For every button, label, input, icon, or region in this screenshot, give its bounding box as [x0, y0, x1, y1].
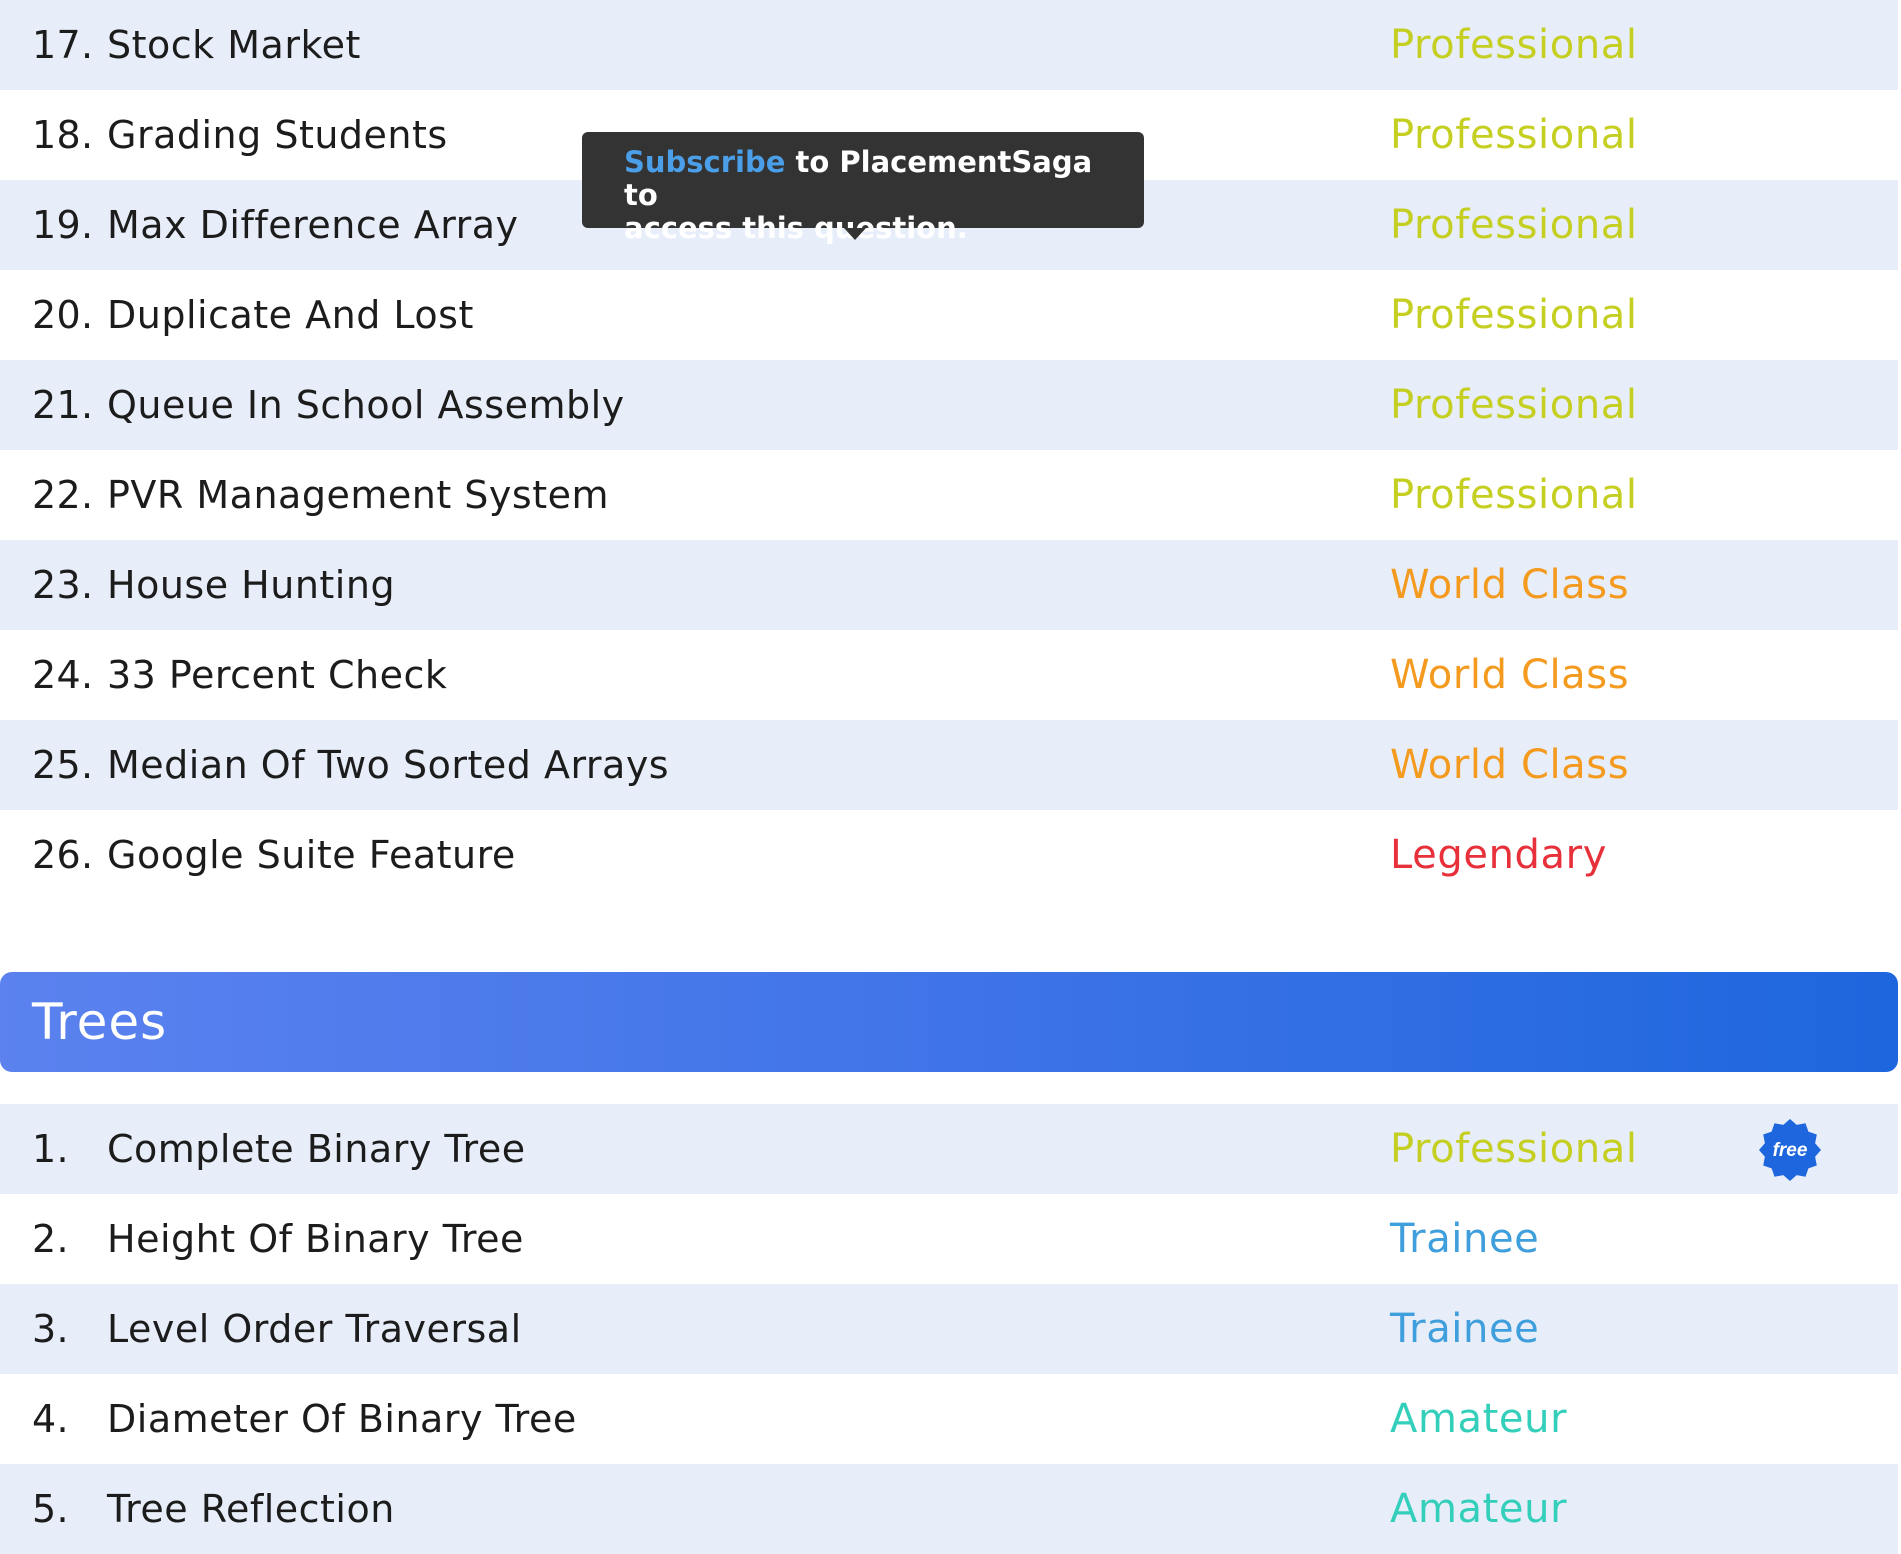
- problem-number: 4.: [32, 1397, 69, 1441]
- problem-title[interactable]: Grading Students: [107, 113, 448, 157]
- problem-number: 25.: [32, 743, 94, 787]
- free-badge-label: free: [1773, 1140, 1808, 1161]
- difficulty-level: Trainee: [1390, 1216, 1540, 1262]
- problem-row[interactable]: 3. Level Order Traversal Trainee: [0, 1284, 1898, 1374]
- problem-number: 23.: [32, 563, 94, 607]
- problem-title[interactable]: Stock Market: [107, 23, 361, 67]
- problem-number: 3.: [32, 1307, 69, 1351]
- problem-row[interactable]: 22. PVR Management System Professional: [0, 450, 1898, 540]
- difficulty-level: World Class: [1390, 652, 1630, 698]
- problem-title[interactable]: House Hunting: [107, 563, 395, 607]
- difficulty-level: Professional: [1390, 112, 1638, 158]
- problem-number: 2.: [32, 1217, 69, 1261]
- tooltip-text-line2: access this question.: [624, 211, 968, 245]
- problem-title[interactable]: Complete Binary Tree: [107, 1127, 526, 1171]
- problem-number: 5.: [32, 1487, 69, 1531]
- problem-number: 1.: [32, 1127, 69, 1171]
- difficulty-level: Amateur: [1390, 1486, 1568, 1532]
- problem-row[interactable]: 4. Diameter Of Binary Tree Amateur: [0, 1374, 1898, 1464]
- section-title: Trees: [32, 993, 168, 1051]
- difficulty-level: Professional: [1390, 1126, 1638, 1172]
- problem-title[interactable]: Median Of Two Sorted Arrays: [107, 743, 669, 787]
- problem-row[interactable]: 26. Google Suite Feature Legendary: [0, 810, 1898, 900]
- problem-number: 21.: [32, 383, 94, 427]
- difficulty-level: Professional: [1390, 22, 1638, 68]
- difficulty-level: Amateur: [1390, 1396, 1568, 1442]
- subscribe-link[interactable]: Subscribe: [624, 145, 785, 179]
- problem-title[interactable]: Duplicate And Lost: [107, 293, 474, 337]
- problem-row[interactable]: 21. Queue In School Assembly Professional: [0, 360, 1898, 450]
- problem-title[interactable]: Google Suite Feature: [107, 833, 516, 877]
- problem-row[interactable]: 5. Tree Reflection Amateur: [0, 1464, 1898, 1554]
- problem-number: 26.: [32, 833, 94, 877]
- section-header-trees[interactable]: Trees: [0, 972, 1898, 1072]
- problem-number: 18.: [32, 113, 94, 157]
- difficulty-level: Professional: [1390, 292, 1638, 338]
- subscribe-tooltip: Subscribe to PlacementSaga to access thi…: [582, 132, 1144, 245]
- problem-title[interactable]: Height Of Binary Tree: [107, 1217, 524, 1261]
- difficulty-level: Professional: [1390, 202, 1638, 248]
- difficulty-level: World Class: [1390, 562, 1630, 608]
- problem-title[interactable]: 33 Percent Check: [107, 653, 447, 697]
- problem-title[interactable]: Tree Reflection: [107, 1487, 395, 1531]
- trees-problem-list: 1. Complete Binary Tree Professional free 2.…: [0, 1104, 1898, 1554]
- difficulty-level: World Class: [1390, 742, 1630, 788]
- difficulty-level: Professional: [1390, 472, 1638, 518]
- problem-row[interactable]: 25. Median Of Two Sorted Arrays World Clas…: [0, 720, 1898, 810]
- difficulty-level: Trainee: [1390, 1306, 1540, 1352]
- tooltip-arrow: [844, 228, 866, 240]
- problem-number: 17.: [32, 23, 94, 67]
- problem-row[interactable]: 17. Stock Market Professional: [0, 0, 1898, 90]
- difficulty-level: Professional: [1390, 382, 1638, 428]
- problem-row[interactable]: 20. Duplicate And Lost Professional: [0, 270, 1898, 360]
- problem-row[interactable]: 24. 33 Percent Check World Class: [0, 630, 1898, 720]
- problem-number: 20.: [32, 293, 94, 337]
- problem-row[interactable]: 23. House Hunting World Class: [0, 540, 1898, 630]
- free-badge-icon: free: [1758, 1118, 1822, 1182]
- problem-number: 24.: [32, 653, 94, 697]
- problem-row[interactable]: 1. Complete Binary Tree Professional free: [0, 1104, 1898, 1194]
- problem-title[interactable]: Max Difference Array: [107, 203, 519, 247]
- problem-title[interactable]: Level Order Traversal: [107, 1307, 522, 1351]
- problem-title[interactable]: Diameter Of Binary Tree: [107, 1397, 577, 1441]
- problem-number: 22.: [32, 473, 94, 517]
- difficulty-level: Legendary: [1390, 832, 1607, 878]
- problem-title[interactable]: Queue In School Assembly: [107, 383, 625, 427]
- problem-row[interactable]: 2. Height Of Binary Tree Trainee: [0, 1194, 1898, 1284]
- problem-title[interactable]: PVR Management System: [107, 473, 609, 517]
- problem-number: 19.: [32, 203, 94, 247]
